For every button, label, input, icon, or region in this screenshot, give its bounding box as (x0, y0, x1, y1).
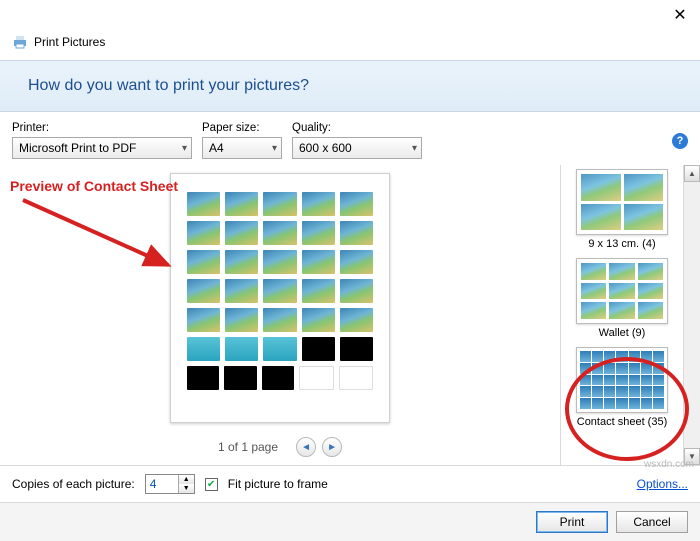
next-page-button[interactable]: ► (322, 437, 342, 457)
prev-page-button[interactable]: ◄ (296, 437, 316, 457)
copies-spinner[interactable]: ▲▼ (145, 474, 195, 494)
layout-thumb (576, 347, 668, 413)
quality-select[interactable]: 600 x 600 ▾ (292, 137, 422, 159)
window-title: Print Pictures (34, 35, 105, 49)
layout-label: 9 x 13 cm. (4) (588, 238, 655, 250)
printer-label: Printer: (12, 122, 192, 134)
layout-option-wallet[interactable]: Wallet (9) (569, 258, 675, 339)
banner-question: How do you want to print your pictures? (28, 77, 309, 94)
options-link[interactable]: Options... (637, 477, 688, 491)
preview-pane: 1 of 1 page ◄ ► (0, 165, 560, 465)
chevron-down-icon: ▾ (412, 143, 417, 154)
paper-select[interactable]: A4 ▾ (202, 137, 282, 159)
spin-down-button[interactable]: ▼ (179, 484, 194, 493)
pager-text: 1 of 1 page (218, 440, 278, 454)
chevron-down-icon: ▾ (182, 143, 187, 154)
fit-frame-checkbox[interactable]: ✔ (205, 478, 218, 491)
printer-icon (12, 34, 28, 50)
fit-frame-label: Fit picture to frame (228, 477, 328, 491)
printer-value: Microsoft Print to PDF (19, 141, 136, 155)
copies-input[interactable] (146, 475, 178, 493)
quality-label: Quality: (292, 122, 422, 134)
layout-option-contact-sheet[interactable]: Contact sheet (35) (569, 347, 675, 428)
layout-option-9x13[interactable]: 9 x 13 cm. (4) (569, 169, 675, 250)
scroll-up-button[interactable]: ▲ (684, 165, 700, 182)
printer-select[interactable]: Microsoft Print to PDF ▾ (12, 137, 192, 159)
preview-contact-sheet (170, 173, 390, 423)
layout-label: Contact sheet (35) (577, 416, 668, 428)
paper-value: A4 (209, 141, 224, 155)
help-icon[interactable]: ? (672, 133, 688, 149)
layout-scrollbar[interactable]: ▲ ▼ (683, 165, 700, 465)
banner: How do you want to print your pictures? (0, 60, 700, 112)
annotation-text: Preview of Contact Sheet (10, 178, 178, 194)
watermark: wsxdn.com (644, 459, 694, 470)
layout-thumb (576, 169, 668, 235)
layout-label: Wallet (9) (599, 327, 646, 339)
layout-thumb (576, 258, 668, 324)
chevron-down-icon: ▾ (272, 143, 277, 154)
paper-label: Paper size: (202, 122, 282, 134)
spin-up-button[interactable]: ▲ (179, 475, 194, 484)
close-button[interactable]: ✕ (660, 0, 700, 30)
quality-value: 600 x 600 (299, 141, 352, 155)
copies-label: Copies of each picture: (12, 477, 135, 491)
